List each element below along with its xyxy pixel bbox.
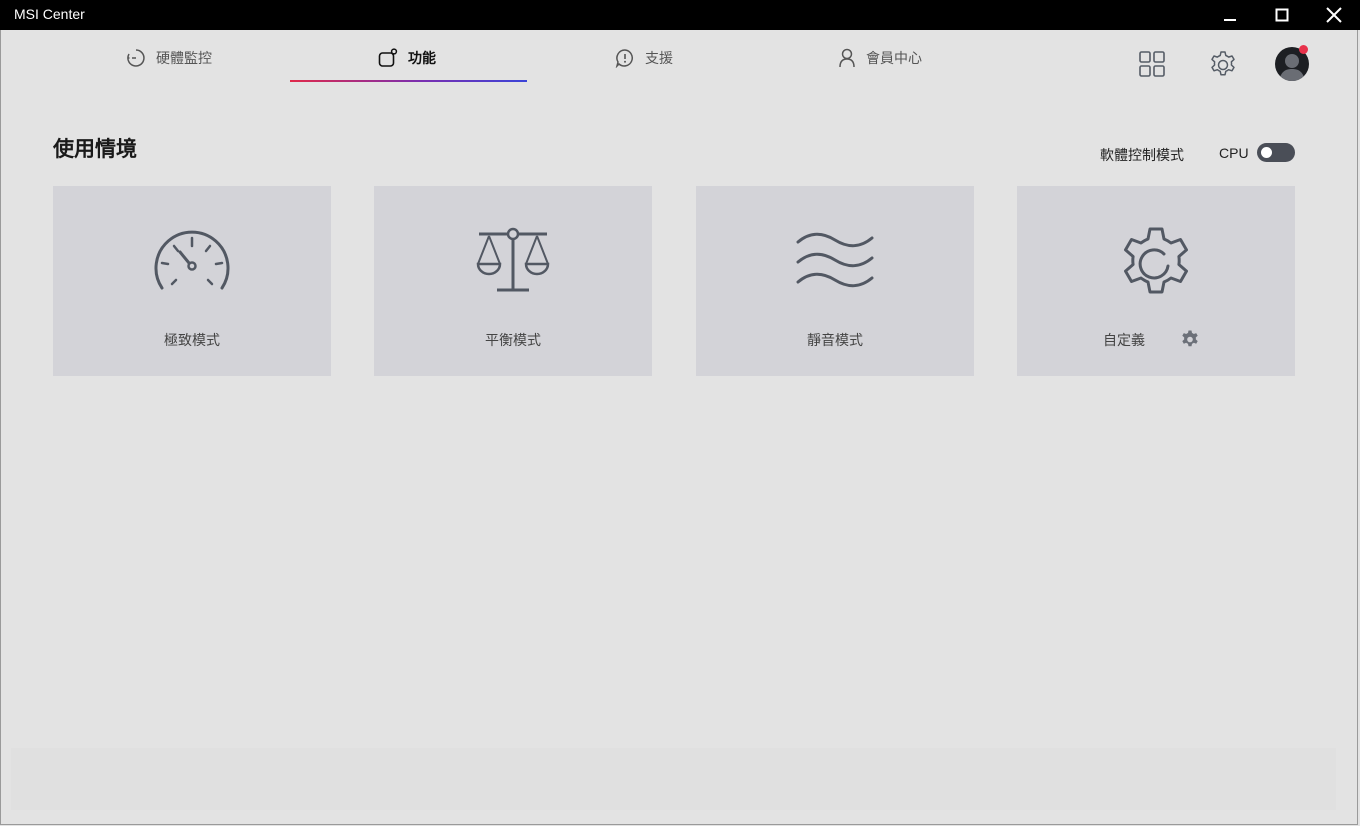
close-button[interactable] (1308, 0, 1360, 30)
minimize-icon (1224, 19, 1236, 21)
card-label: 靜音模式 (807, 333, 863, 349)
tab-label: 會員中心 (866, 51, 922, 67)
minimize-button[interactable] (1204, 0, 1256, 30)
tab-support[interactable]: 支援 (615, 46, 673, 70)
notification-dot (1299, 45, 1308, 54)
section-title: 使用情境 (53, 137, 137, 161)
apps-button[interactable] (1137, 49, 1167, 79)
gear-icon (1211, 51, 1235, 76)
feature-square-icon (378, 48, 398, 67)
maximize-button[interactable] (1256, 0, 1308, 30)
user-icon (839, 48, 855, 68)
tab-features[interactable]: 功能 (378, 46, 436, 70)
title-bar: MSI Center (0, 0, 1360, 30)
card-label: 極致模式 (164, 333, 220, 349)
tab-label: 支援 (645, 51, 673, 67)
grid-icon (1139, 51, 1165, 77)
app-title: MSI Center (14, 6, 85, 22)
waves-icon (796, 232, 874, 288)
tab-member-center[interactable]: 會員中心 (838, 46, 922, 70)
speedometer-icon (154, 230, 230, 290)
balance-scale-icon (476, 227, 550, 292)
control-mode-label: 軟體控制模式 (1100, 148, 1184, 164)
tab-label: 功能 (408, 51, 436, 67)
card-label: 平衡模式 (485, 333, 541, 349)
active-tab-indicator (290, 80, 527, 82)
cpu-label: CPU (1219, 145, 1249, 161)
toggle-knob (1261, 147, 1272, 158)
scenario-card-custom[interactable]: 自定義 (1017, 186, 1295, 376)
card-label: 自定義 (1103, 333, 1145, 349)
tab-hardware-monitor[interactable]: 硬體監控 (126, 46, 212, 70)
custom-settings-gear-icon[interactable] (1180, 329, 1200, 349)
close-icon (1326, 7, 1342, 23)
tab-label: 硬體監控 (156, 51, 212, 67)
scenario-card-extreme[interactable]: 極致模式 (53, 186, 331, 376)
clock-dash-icon (127, 49, 145, 67)
alert-bubble-icon (615, 49, 633, 68)
gear-icon (1124, 227, 1188, 294)
footer-bar (11, 748, 1336, 810)
settings-button[interactable] (1207, 48, 1239, 80)
scenario-card-balanced[interactable]: 平衡模式 (374, 186, 652, 376)
app-window: 硬體監控 功能 支援 會員中心 使用情境 軟體控制模式 CPU 極致模式 平衡模… (0, 30, 1358, 825)
cpu-toggle[interactable] (1257, 143, 1295, 162)
scenario-card-silent[interactable]: 靜音模式 (696, 186, 974, 376)
maximize-icon (1275, 8, 1289, 22)
